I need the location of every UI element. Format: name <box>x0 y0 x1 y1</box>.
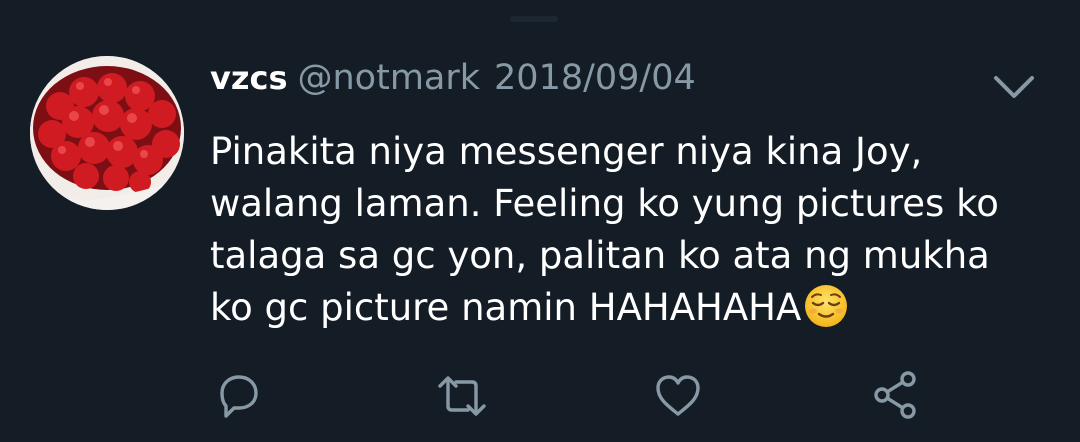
tweet-header: vzcs @notmark 2018/09/04 <box>210 58 696 108</box>
tweet-text-content: Pinakita niya messenger niya kina Joy, w… <box>210 130 999 329</box>
tweet-date: 2018/09/04 <box>494 58 696 98</box>
relieved-face-emoji <box>803 283 849 329</box>
strawberry-cake-avatar <box>30 56 184 210</box>
tweet[interactable]: vzcs @notmark 2018/09/04 Pinakita niya m… <box>0 0 1080 442</box>
tweet-text: Pinakita niya messenger niya kina Joy, w… <box>210 126 1040 334</box>
reply-icon[interactable] <box>208 366 268 426</box>
tweet-actions <box>0 366 1080 426</box>
retweet-icon[interactable] <box>432 366 492 426</box>
chevron-down-icon[interactable] <box>988 66 1040 106</box>
avatar[interactable] <box>30 56 184 210</box>
display-name[interactable]: vzcs <box>210 59 288 97</box>
heart-icon[interactable] <box>648 366 708 426</box>
username-handle[interactable]: @notmark <box>298 58 481 98</box>
share-icon[interactable] <box>866 366 926 426</box>
